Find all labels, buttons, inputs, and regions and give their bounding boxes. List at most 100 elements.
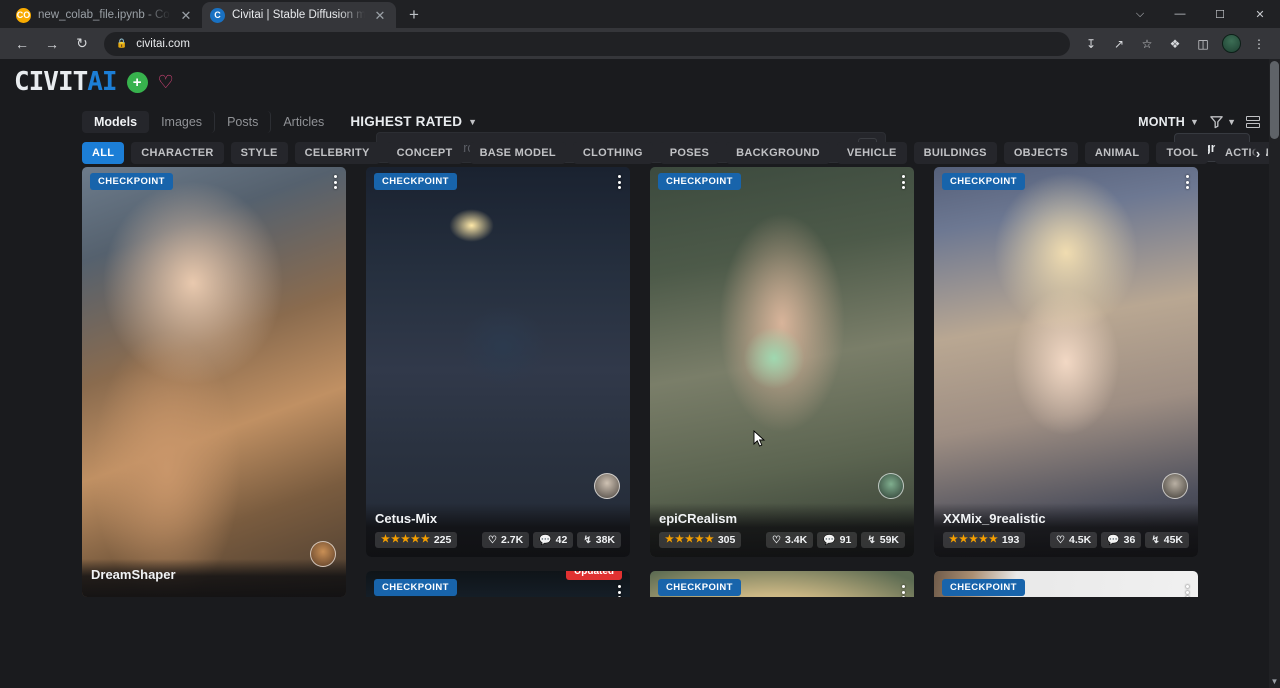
card-menu-icon[interactable]	[618, 585, 621, 597]
new-tab-button[interactable]: +	[400, 2, 428, 28]
plus-icon[interactable]: +	[127, 72, 148, 93]
comments-count: 42	[556, 534, 568, 546]
card-menu-icon[interactable]	[618, 175, 621, 189]
download-icon: ↯	[583, 535, 591, 546]
comments-count: 36	[1124, 534, 1136, 546]
category-pill-celebrity[interactable]: CELEBRITY	[295, 142, 380, 164]
category-pill-background[interactable]: BACKGROUND	[726, 142, 830, 164]
card-menu-icon[interactable]	[1186, 175, 1189, 189]
category-pill-vehicle[interactable]: VEHICLE	[837, 142, 907, 164]
tab-images[interactable]: Images	[149, 111, 215, 133]
category-pill-all[interactable]: ALL	[82, 142, 124, 164]
model-card[interactable]: CHECKPOINT	[934, 571, 1198, 597]
category-pill-character[interactable]: CHARACTER	[131, 142, 223, 164]
rating-chip: ★★★★★ 193	[943, 532, 1025, 548]
model-title: Cetus-Mix	[375, 511, 621, 526]
creator-avatar[interactable]	[1162, 473, 1188, 499]
model-card[interactable]: CHECKPOINT XXMix_9realistic ★★★★★ 193	[934, 167, 1198, 557]
profile-avatar[interactable]	[1218, 31, 1244, 57]
model-type-badge: CHECKPOINT	[942, 173, 1025, 190]
chevron-down-icon: ▼	[468, 117, 477, 127]
creator-avatar[interactable]	[310, 541, 336, 567]
tab-models[interactable]: Models	[82, 111, 149, 133]
grid-column-3: CHECKPOINT epiCRealism ★★★★★ 305	[650, 167, 914, 597]
model-card[interactable]: CHECKPOINT epiCRealism ★★★★★ 305	[650, 167, 914, 557]
star-rating-icons: ★★★★★	[665, 535, 714, 545]
browser-tab-colab[interactable]: CO new_colab_file.ipynb - Colaborat ✕	[8, 2, 202, 28]
category-pill-buildings[interactable]: BUILDINGS	[914, 142, 997, 164]
likes-chip: ♡ 2.7K	[482, 532, 529, 548]
category-pill-base-model[interactable]: BASE MODEL	[470, 142, 566, 164]
maximize-button[interactable]: ☐	[1200, 0, 1240, 28]
period-dropdown[interactable]: MONTH ▼	[1138, 115, 1199, 129]
model-card-image[interactable]: CHECKPOINT	[934, 571, 1198, 597]
page-scrollbar[interactable]: ▼	[1269, 59, 1280, 688]
comment-icon: 💬	[1107, 535, 1119, 546]
card-menu-icon[interactable]	[334, 175, 337, 189]
tab-articles[interactable]: Articles	[271, 111, 336, 133]
extensions-puzzle-icon[interactable]: ❖	[1162, 31, 1188, 57]
chevron-down-icon[interactable]: ▼	[1270, 677, 1279, 686]
creator-avatar[interactable]	[594, 473, 620, 499]
close-icon[interactable]: ✕	[178, 7, 194, 23]
scrollbar-thumb[interactable]	[1270, 61, 1279, 139]
model-card-image[interactable]: CHECKPOINT	[366, 167, 630, 557]
filter-funnel-icon	[1209, 114, 1224, 129]
model-card-image[interactable]: CHECKPOINT	[82, 167, 346, 597]
chrome-menu-icon[interactable]: ⋮	[1246, 31, 1272, 57]
category-pill-poses[interactable]: POSES	[660, 142, 719, 164]
model-card-image[interactable]: CHECKPOINT	[650, 571, 914, 597]
rating-count: 225	[434, 534, 452, 546]
updated-badge: Updated	[566, 571, 622, 580]
minimize-button[interactable]: —	[1160, 0, 1200, 28]
model-title: DreamShaper	[91, 567, 337, 582]
heart-icon: ♡	[1056, 535, 1065, 546]
filter-button[interactable]: ▼	[1209, 114, 1236, 129]
model-card[interactable]: CHECKPOINT	[650, 571, 914, 597]
share-icon[interactable]: ↗	[1106, 31, 1132, 57]
card-menu-icon[interactable]	[902, 585, 905, 597]
forward-button[interactable]: →	[38, 30, 66, 58]
category-pill-objects[interactable]: OBJECTS	[1004, 142, 1078, 164]
back-button[interactable]: ←	[8, 30, 36, 58]
civitai-logo[interactable]: CIVITAI	[14, 67, 117, 97]
category-filter-row[interactable]: ALL CHARACTER STYLE CELEBRITY CONCEPT BA…	[0, 138, 1280, 167]
category-pill-animal[interactable]: ANIMAL	[1085, 142, 1150, 164]
address-bar[interactable]: 🔒 civitai.com	[104, 32, 1070, 56]
model-card[interactable]: CHECKPOINT DreamShaper	[82, 167, 346, 597]
bookmark-star-icon[interactable]: ☆	[1134, 31, 1160, 57]
category-scroll-next-icon[interactable]: ›	[1250, 142, 1266, 164]
close-window-button[interactable]: ✕	[1240, 0, 1280, 28]
sort-dropdown[interactable]: HIGHEST RATED ▼	[350, 114, 477, 129]
category-pill-concept[interactable]: CONCEPT	[387, 142, 463, 164]
model-type-badge: CHECKPOINT	[658, 173, 741, 190]
comments-chip: 💬 36	[1101, 532, 1141, 548]
card-menu-icon[interactable]	[902, 175, 905, 189]
side-panel-icon[interactable]: ◫	[1190, 31, 1216, 57]
install-icon[interactable]: ↧	[1078, 31, 1104, 57]
comment-icon: 💬	[823, 535, 835, 546]
browser-tab-civitai[interactable]: C Civitai | Stable Diffusion models, ✕	[202, 2, 396, 28]
tab-posts[interactable]: Posts	[215, 111, 271, 133]
rating-chip: ★★★★★ 225	[375, 532, 457, 548]
close-icon[interactable]: ✕	[372, 7, 388, 23]
model-type-badge: CHECKPOINT	[90, 173, 173, 190]
layout-toggle-icon[interactable]	[1246, 116, 1260, 128]
heart-icon[interactable]: ♡	[158, 73, 174, 91]
category-pill-tool[interactable]: TOOL	[1156, 142, 1208, 164]
primary-nav: Models Images Posts Articles HIGHEST RAT…	[0, 105, 1280, 138]
likes-count: 2.7K	[501, 534, 523, 546]
star-rating-icons: ★★★★★	[381, 535, 430, 545]
card-menu-icon[interactable]	[1186, 585, 1189, 597]
model-card[interactable]: CHECKPOINT Cetus-Mix ★★★★★ 225	[366, 167, 630, 557]
grid-column-1: CHECKPOINT DreamShaper	[82, 167, 346, 597]
downloads-count: 45K	[1164, 534, 1183, 546]
tab-search-icon[interactable]: ⌵	[1120, 0, 1160, 28]
category-pill-style[interactable]: STYLE	[231, 142, 288, 164]
category-pill-clothing[interactable]: CLOTHING	[573, 142, 653, 164]
model-card-image[interactable]: CHECKPOINT	[934, 167, 1198, 557]
model-card-image[interactable]: CHECKPOINT	[650, 167, 914, 557]
creator-avatar[interactable]	[878, 473, 904, 499]
model-card[interactable]: Updated CHECKPOINT	[366, 571, 630, 597]
reload-button[interactable]: ↻	[68, 30, 96, 58]
